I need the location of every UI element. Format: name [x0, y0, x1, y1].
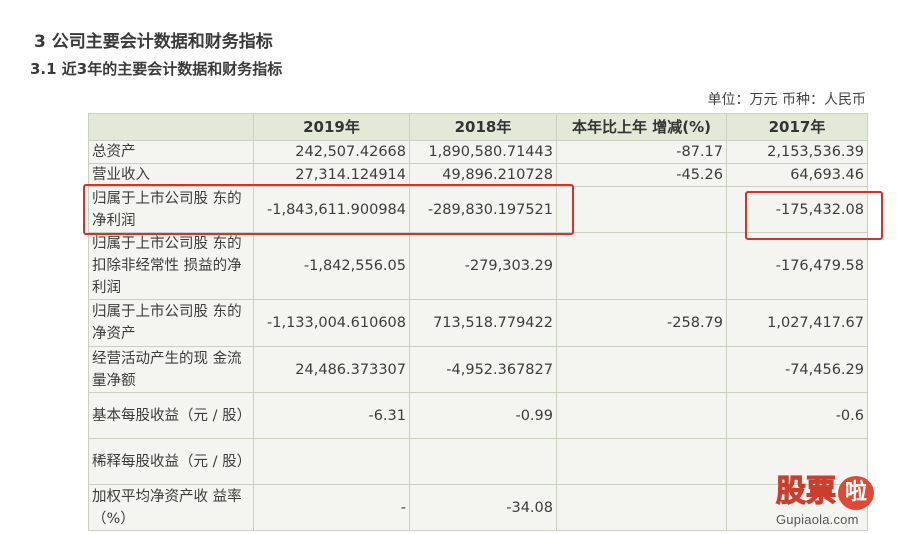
- cell-change: -87.17: [556, 140, 727, 164]
- table-header-row: 2019年 2018年 本年比上年 增减(%) 2017年: [88, 113, 868, 141]
- header-cell-2017: 2017年: [726, 113, 868, 141]
- header-cell-label: [88, 113, 254, 141]
- cell-2018: -279,303.29: [409, 232, 557, 300]
- watermark-brand: 股 票 啦: [775, 473, 894, 510]
- cell-change: [556, 392, 727, 439]
- watermark-char: 票: [805, 473, 836, 509]
- cell-2018: 713,518.779422: [409, 299, 557, 347]
- cell-2019: -6.31: [253, 392, 410, 439]
- row-label: 经营活动产生的现 金流量净额: [88, 346, 254, 393]
- cell-change: [556, 484, 727, 531]
- cell-2019: -1,842,556.05: [253, 232, 410, 300]
- table-row: 稀释每股收益（元 / 股）: [88, 438, 868, 485]
- table-row: 经营活动产生的现 金流量净额 24,486.373307 -4,952.3678…: [88, 346, 868, 393]
- table-row: 基本每股收益（元 / 股） -6.31 -0.99 -0.6: [88, 392, 868, 439]
- row-label: 基本每股收益（元 / 股）: [88, 392, 254, 439]
- cell-change: -258.79: [556, 299, 727, 347]
- header-cell-change: 本年比上年 增减(%): [556, 113, 727, 141]
- cell-2018: -0.99: [409, 392, 557, 439]
- cell-change: [556, 438, 727, 485]
- unit-note: 单位：万元 币种：人民币: [707, 92, 866, 108]
- table-row: 归属于上市公司股 东的扣除非经常性 损益的净利润 -1,842,556.05 -…: [88, 232, 868, 300]
- row-label: 总资产: [88, 140, 254, 164]
- cell-2019: 242,507.42668: [253, 140, 410, 164]
- financial-table: 2019年 2018年 本年比上年 增减(%) 2017年 总资产 242,50…: [88, 113, 868, 531]
- table-row: 归属于上市公司股 东的净资产 -1,133,004.610608 713,518…: [88, 299, 868, 347]
- cell-2018: [409, 438, 557, 485]
- row-label: 归属于上市公司股 东的净资产: [88, 299, 254, 347]
- watermark-badge: 啦: [838, 476, 874, 510]
- row-label: 稀释每股收益（元 / 股）: [88, 438, 254, 485]
- cell-2017: -176,479.58: [726, 232, 868, 300]
- highlight-box-2017-net-profit: [745, 191, 883, 240]
- cell-2019: -1,133,004.610608: [253, 299, 410, 347]
- cell-2018: -34.08: [409, 484, 557, 531]
- cell-change: [556, 232, 727, 300]
- cell-2017: -74,456.29: [726, 346, 868, 393]
- header-cell-2018: 2018年: [409, 113, 557, 141]
- cell-2017: 64,693.46: [726, 163, 868, 187]
- highlight-box-net-profit: [83, 184, 574, 235]
- section-title: 3 公司主要会计数据和财务指标: [34, 32, 273, 52]
- subsection-title: 3.1 近3年的主要会计数据和财务指标: [30, 60, 283, 78]
- watermark-char: 股: [775, 473, 806, 509]
- cell-2017: 1,027,417.67: [726, 299, 868, 347]
- watermark-logo: 股 票 啦 Gupiaola.com: [775, 473, 894, 532]
- cell-change: [556, 186, 727, 233]
- cell-2017: 2,153,536.39: [726, 140, 868, 164]
- row-label: 加权平均净资产收 益率（%）: [88, 484, 254, 531]
- cell-2017: -0.6: [726, 392, 868, 439]
- cell-2019: 24,486.373307: [253, 346, 410, 393]
- table-row: 加权平均净资产收 益率（%） - -34.08: [88, 484, 868, 531]
- cell-2018: -4,952.367827: [409, 346, 557, 393]
- cell-2019: -: [253, 484, 410, 531]
- table-row: 总资产 242,507.42668 1,890,580.71443 -87.17…: [88, 140, 868, 164]
- header-cell-2019: 2019年: [253, 113, 410, 141]
- cell-change: -45.26: [556, 163, 727, 187]
- cell-change: [556, 346, 727, 393]
- cell-2018: 1,890,580.71443: [409, 140, 557, 164]
- row-label: 归属于上市公司股 东的扣除非经常性 损益的净利润: [88, 232, 254, 300]
- cell-2019: [253, 438, 410, 485]
- watermark-url: Gupiaola.com: [776, 512, 859, 527]
